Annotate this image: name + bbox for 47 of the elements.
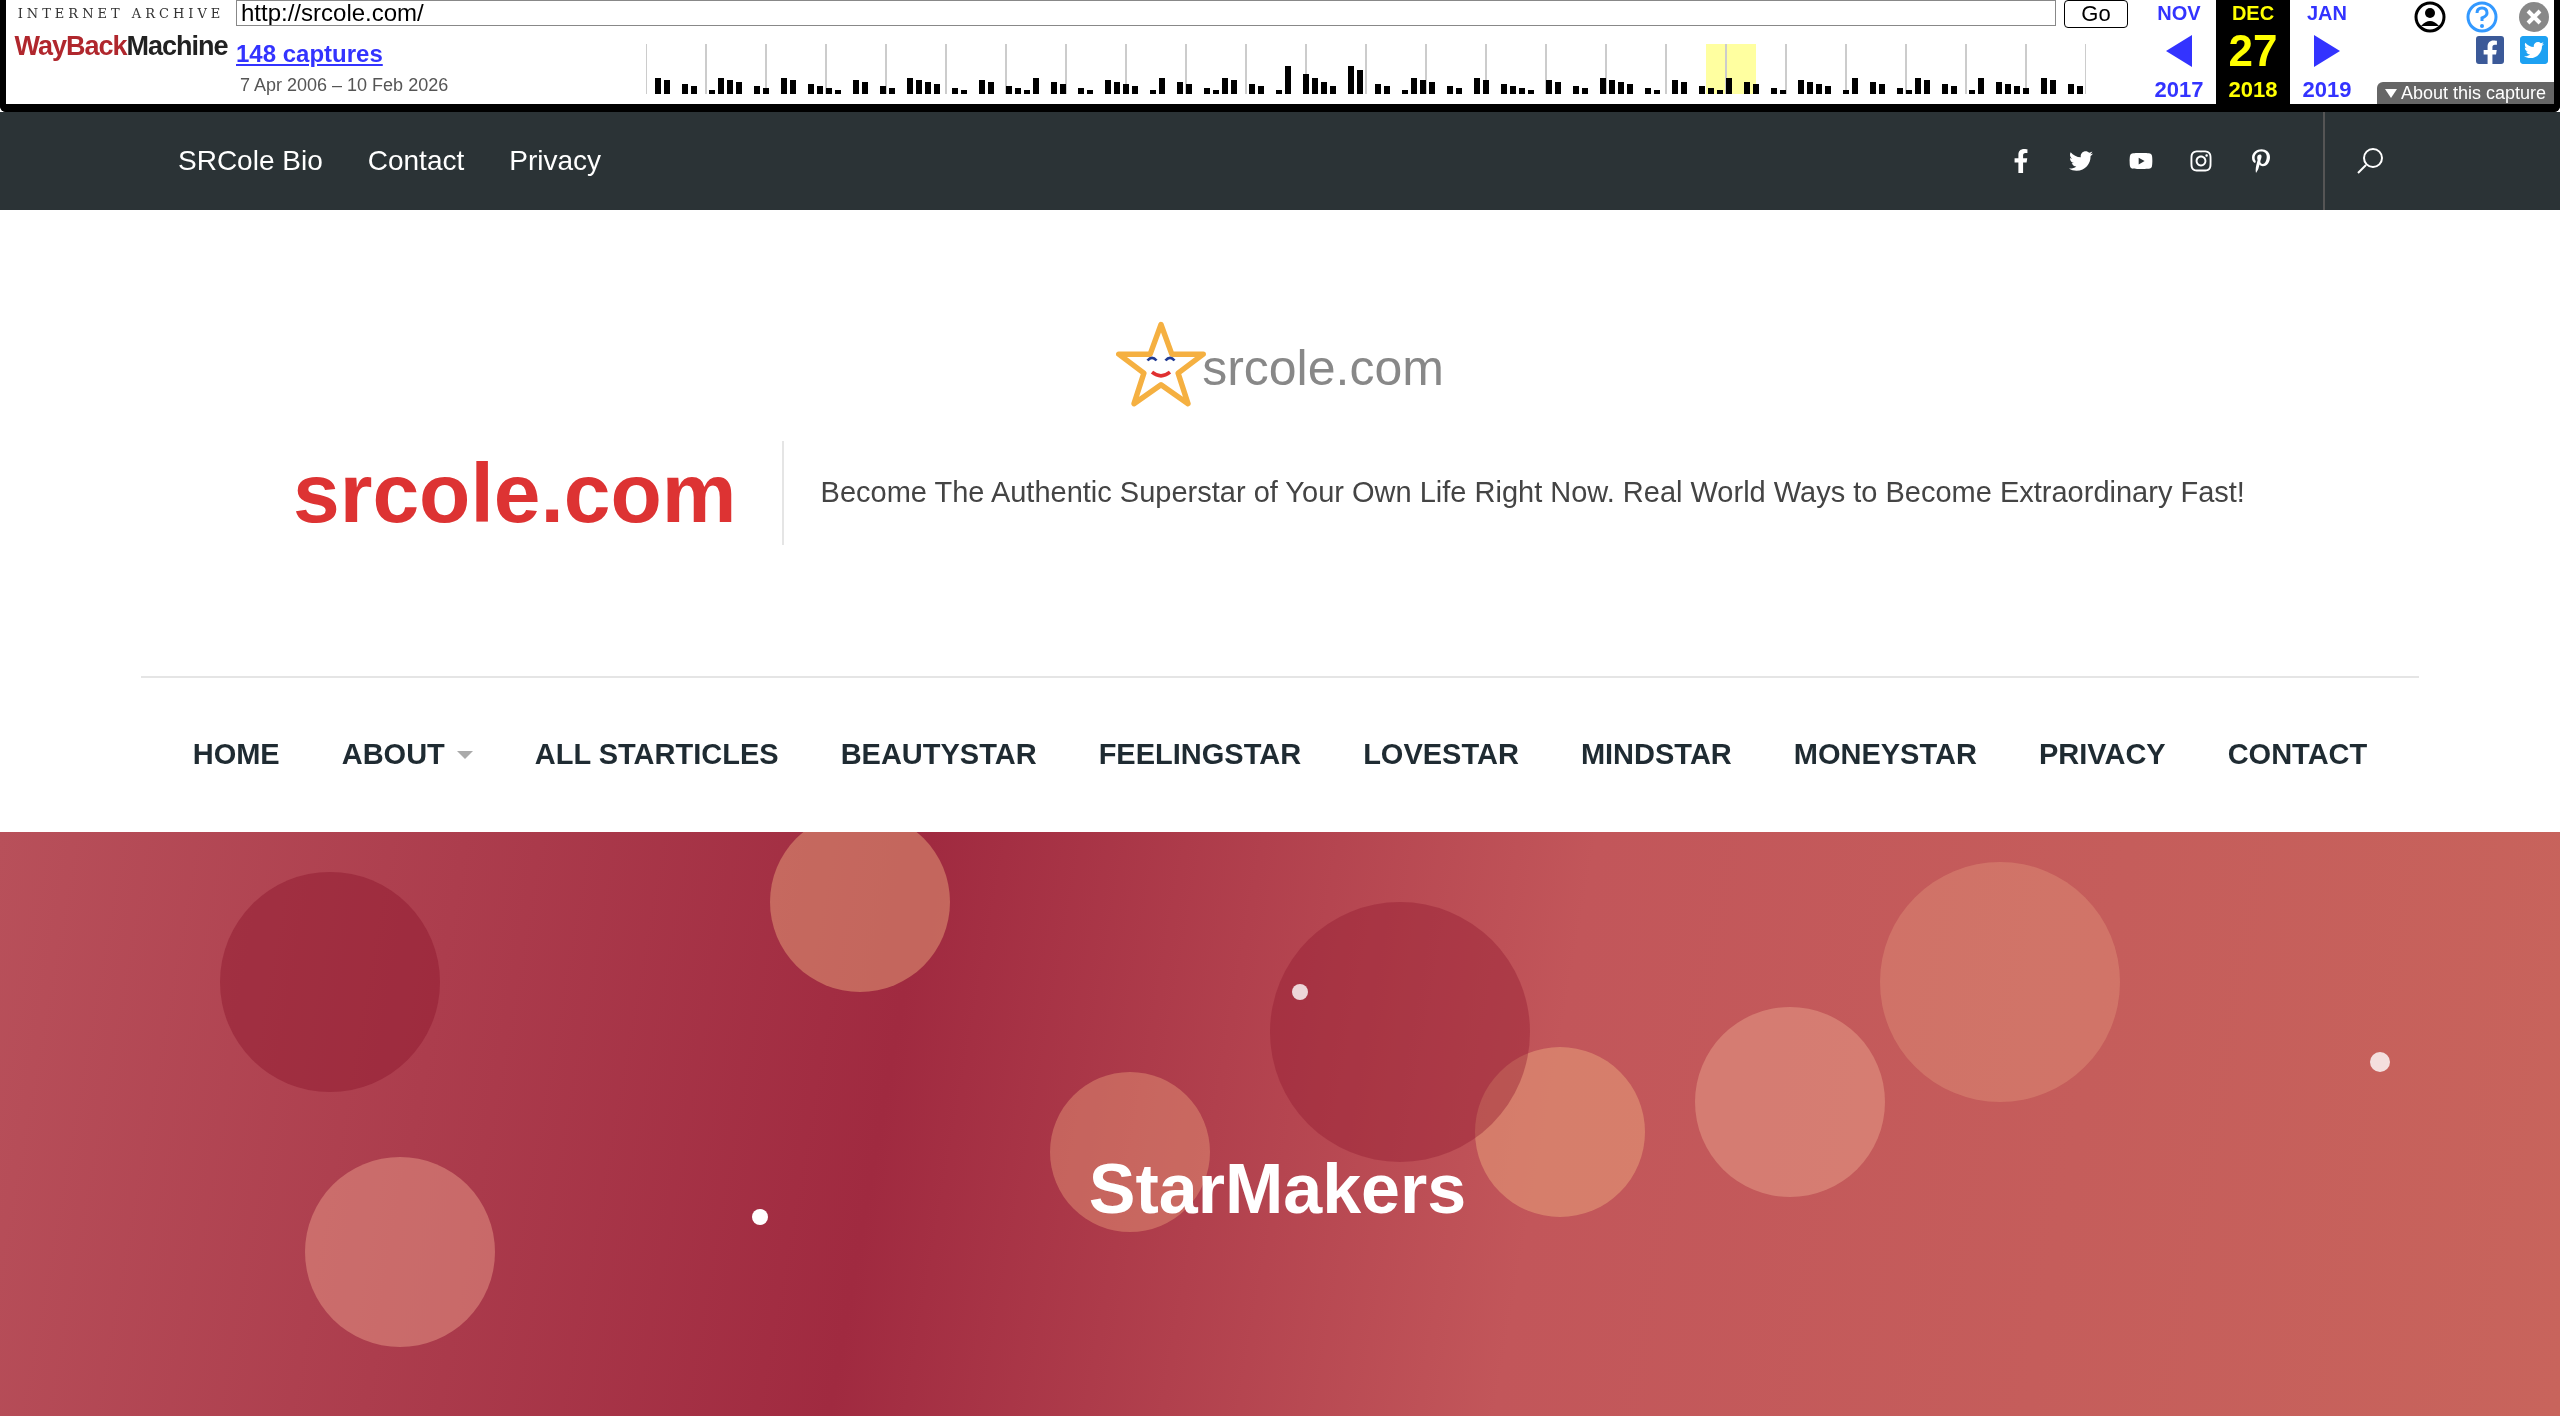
main-menu-item[interactable]: FEELINGSTAR bbox=[1098, 733, 1302, 777]
sparkle bbox=[2370, 1052, 2390, 1072]
help-icon[interactable] bbox=[2466, 1, 2498, 33]
logo-text: srcole.com bbox=[1202, 339, 1444, 398]
year-label: 2017 bbox=[2154, 78, 2204, 102]
site-title[interactable]: srcole.com bbox=[293, 430, 782, 556]
calendar-column[interactable]: DEC 27 2018 bbox=[2216, 0, 2290, 104]
calendar-column[interactable]: JAN 2019 bbox=[2290, 0, 2364, 104]
top-nav-link[interactable]: SRCole Bio bbox=[178, 140, 323, 182]
twitter-icon[interactable] bbox=[2069, 149, 2093, 173]
top-nav-link[interactable]: Contact bbox=[367, 140, 465, 182]
main-menu-item[interactable]: ABOUT bbox=[341, 733, 473, 777]
main-menu-item[interactable]: CONTACT bbox=[2227, 733, 2368, 777]
archive-label: INTERNET ARCHIVE bbox=[17, 5, 225, 23]
year-label: 2018 bbox=[2228, 78, 2278, 102]
year-label: 2019 bbox=[2302, 78, 2352, 102]
about-capture-button[interactable]: About this capture bbox=[2376, 82, 2554, 104]
capture-timeline-drawing[interactable] bbox=[646, 44, 2086, 94]
captures-link[interactable]: 148 captures bbox=[236, 36, 383, 72]
hero-title: StarMakers bbox=[1088, 1148, 1467, 1230]
user-icon[interactable] bbox=[2414, 1, 2446, 33]
month-label: JAN bbox=[2307, 2, 2347, 24]
main-menu-item[interactable]: BEAUTYSTAR bbox=[840, 733, 1037, 777]
main-menu-item[interactable]: LOVESTAR bbox=[1363, 733, 1519, 777]
instagram-icon[interactable] bbox=[2189, 149, 2213, 173]
go-button[interactable]: Go bbox=[2064, 0, 2128, 28]
main-menu-item[interactable]: HOME bbox=[192, 733, 280, 777]
pinterest-icon[interactable] bbox=[2249, 149, 2273, 173]
main-menu-item[interactable]: MINDSTAR bbox=[1580, 733, 1732, 777]
top-nav-link[interactable]: Privacy bbox=[509, 140, 602, 182]
caret-icon bbox=[2384, 88, 2397, 98]
caret-icon bbox=[456, 751, 473, 759]
day-label: 27 bbox=[2228, 29, 2278, 73]
facebook-icon[interactable] bbox=[2474, 34, 2506, 66]
main-menu-item[interactable]: ALL STARTICLES bbox=[534, 733, 779, 777]
wayback-logo[interactable]: WayBackMachine bbox=[14, 23, 228, 68]
search-icon[interactable] bbox=[2355, 146, 2385, 176]
main-menu-item[interactable]: MONEYSTAR bbox=[1793, 733, 1977, 777]
capture-range: 7 Apr 2006 – 10 Feb 2026 bbox=[239, 74, 450, 97]
site-tagline: Become The Authentic Superstar of Your Own Life Right Now. Real World Ways to Become Extraordinary Fast! bbox=[819, 475, 2245, 511]
sparkle bbox=[1292, 984, 1308, 1000]
sparkle bbox=[752, 1209, 768, 1225]
main-menu-item[interactable]: PRIVACY bbox=[2038, 733, 2166, 777]
month-label: DEC bbox=[2231, 2, 2275, 24]
next-arrow-icon[interactable] bbox=[2314, 35, 2340, 67]
month-label: NOV bbox=[2157, 2, 2201, 24]
close-icon[interactable] bbox=[2518, 1, 2550, 33]
